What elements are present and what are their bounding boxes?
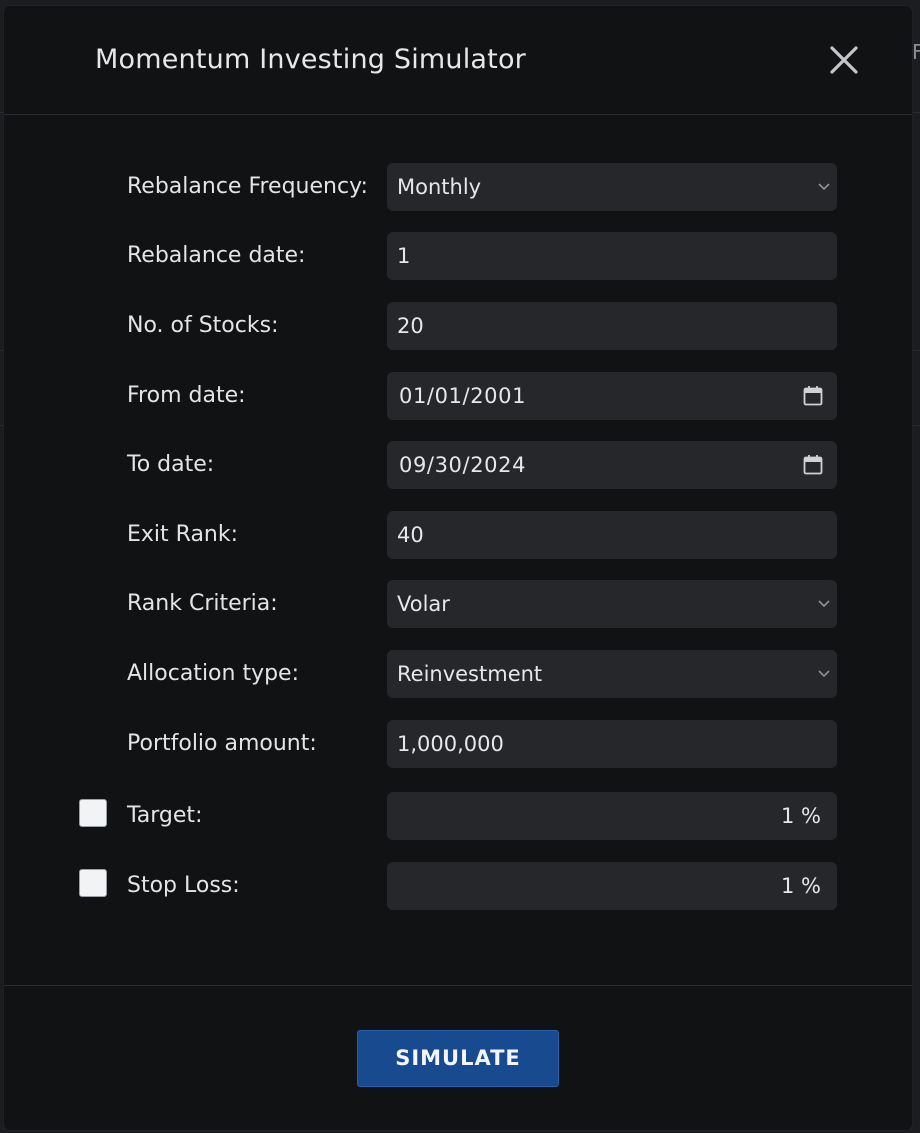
header-divider xyxy=(4,114,912,115)
exit-rank-row: Exit Rank: 40 xyxy=(4,511,912,559)
rank-criteria-value: Volar xyxy=(397,592,450,616)
allocation-type-select[interactable]: Reinvestment xyxy=(387,650,837,698)
modal-title: Momentum Investing Simulator xyxy=(95,44,526,75)
backdrop-text: F xyxy=(912,40,920,64)
from-date-value: 01/01/2001 xyxy=(399,384,527,408)
portfolio-amount-row: Portfolio amount: 1,000,000 xyxy=(4,720,912,768)
close-icon xyxy=(830,46,858,74)
no-of-stocks-value: 20 xyxy=(397,314,424,338)
exit-rank-label: Exit Rank: xyxy=(127,522,239,547)
no-of-stocks-label: No. of Stocks: xyxy=(127,313,279,338)
rank-criteria-row: Rank Criteria: Volar xyxy=(4,580,912,628)
rebalance-date-value: 1 xyxy=(397,244,411,268)
target-row: Target: 1 % xyxy=(4,792,912,840)
from-date-label: From date: xyxy=(127,383,246,408)
chevron-down-icon xyxy=(818,670,830,678)
from-date-input[interactable]: 01/01/2001 xyxy=(387,372,837,420)
no-of-stocks-row: No. of Stocks: 20 xyxy=(4,302,912,350)
rebalance-date-input[interactable]: 1 xyxy=(387,232,837,280)
target-value: 1 % xyxy=(781,804,821,828)
portfolio-amount-input[interactable]: 1,000,000 xyxy=(387,720,837,768)
simulator-modal: Momentum Investing Simulator Rebalance F… xyxy=(4,6,912,1130)
chevron-down-icon xyxy=(818,600,830,608)
rank-criteria-select[interactable]: Volar xyxy=(387,580,837,628)
target-input[interactable]: 1 % xyxy=(387,792,837,840)
exit-rank-input[interactable]: 40 xyxy=(387,511,837,559)
rebalance-frequency-value: Monthly xyxy=(397,175,482,199)
footer-divider xyxy=(4,985,912,986)
stop-loss-row: Stop Loss: 1 % xyxy=(4,862,912,910)
allocation-type-row: Allocation type: Reinvestment xyxy=(4,650,912,698)
chevron-down-icon xyxy=(818,183,830,191)
to-date-row: To date: 09/30/2024 xyxy=(4,441,912,489)
simulate-button[interactable]: SIMULATE xyxy=(357,1030,559,1087)
stop-loss-input[interactable]: 1 % xyxy=(387,862,837,910)
modal-header: Momentum Investing Simulator xyxy=(4,6,912,114)
rank-criteria-label: Rank Criteria: xyxy=(127,591,278,616)
rebalance-frequency-label: Rebalance Frequency: xyxy=(127,174,368,199)
portfolio-amount-label: Portfolio amount: xyxy=(127,731,317,756)
to-date-input[interactable]: 09/30/2024 xyxy=(387,441,837,489)
stop-loss-label: Stop Loss: xyxy=(127,873,240,898)
no-of-stocks-input[interactable]: 20 xyxy=(387,302,837,350)
close-button[interactable] xyxy=(824,42,864,82)
calendar-icon[interactable] xyxy=(803,454,823,476)
portfolio-amount-value: 1,000,000 xyxy=(397,732,504,756)
exit-rank-value: 40 xyxy=(397,523,424,547)
stop-loss-checkbox[interactable] xyxy=(79,869,107,897)
allocation-type-label: Allocation type: xyxy=(127,661,300,686)
to-date-value: 09/30/2024 xyxy=(399,453,527,477)
from-date-row: From date: 01/01/2001 xyxy=(4,372,912,420)
rebalance-date-row: Rebalance date: 1 xyxy=(4,232,912,280)
target-label: Target: xyxy=(127,803,203,828)
calendar-icon[interactable] xyxy=(803,385,823,407)
allocation-type-value: Reinvestment xyxy=(397,662,543,686)
rebalance-frequency-row: Rebalance Frequency: Monthly xyxy=(4,163,912,211)
rebalance-date-label: Rebalance date: xyxy=(127,243,306,268)
to-date-label: To date: xyxy=(127,452,215,477)
stop-loss-value: 1 % xyxy=(781,874,821,898)
rebalance-frequency-select[interactable]: Monthly xyxy=(387,163,837,211)
target-checkbox[interactable] xyxy=(79,799,107,827)
